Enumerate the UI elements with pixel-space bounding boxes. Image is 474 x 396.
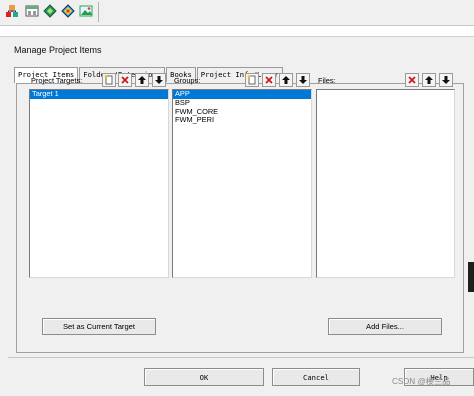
new-group-icon[interactable]	[245, 73, 259, 87]
groups-header: Groups:	[172, 72, 312, 88]
add-files-button[interactable]: Add Files...	[328, 318, 442, 335]
files-group: Files:	[316, 72, 455, 278]
set-as-current-target-button[interactable]: Set as Current Target	[42, 318, 156, 335]
diamond-green-icon[interactable]	[42, 3, 58, 19]
window-layout-icon[interactable]	[24, 3, 40, 19]
new-target-icon[interactable]	[102, 73, 116, 87]
files-label: Files:	[318, 76, 336, 85]
project-targets-list[interactable]: Target 1	[29, 89, 169, 278]
delete-group-icon[interactable]	[262, 73, 276, 87]
project-targets-label: Project Targets:	[31, 76, 83, 85]
ide-toolbar	[0, 0, 474, 26]
files-header: Files:	[316, 72, 455, 88]
groups-list[interactable]: APP BSP FWM_CORE FWM_PERI	[172, 89, 312, 278]
move-up-file-icon[interactable]	[422, 73, 436, 87]
files-list[interactable]	[316, 89, 455, 278]
dialog-bottom-divider	[8, 357, 474, 358]
groups-group: Groups: APP BSP FWM_CORE FWM_PERI	[172, 72, 312, 278]
cancel-button[interactable]: Cancel	[272, 368, 360, 386]
groups-label: Groups:	[174, 76, 201, 85]
move-up-group-icon[interactable]	[279, 73, 293, 87]
list-item[interactable]: APP	[173, 89, 311, 99]
project-targets-header: Project Targets:	[29, 72, 169, 88]
watermark: CSDN @楼兰品	[392, 377, 451, 386]
project-tree-icon[interactable]	[4, 3, 20, 19]
delete-file-icon[interactable]	[405, 73, 419, 87]
dialog-title: Manage Project Items	[14, 45, 102, 55]
move-down-target-icon[interactable]	[152, 73, 166, 87]
move-up-target-icon[interactable]	[135, 73, 149, 87]
move-down-group-icon[interactable]	[296, 73, 310, 87]
load-image-icon[interactable]	[78, 3, 94, 19]
toolbar-separator	[98, 2, 99, 22]
list-item[interactable]: Target 1	[30, 89, 168, 99]
project-targets-group: Project Targets: Target 1	[29, 72, 169, 278]
list-item[interactable]: FWM_PERI	[173, 116, 311, 125]
delete-target-icon[interactable]	[118, 73, 132, 87]
diamond-multi-icon[interactable]	[60, 3, 76, 19]
move-down-file-icon[interactable]	[439, 73, 453, 87]
background-window-edge	[468, 262, 474, 292]
ok-button[interactable]: OK	[144, 368, 264, 386]
